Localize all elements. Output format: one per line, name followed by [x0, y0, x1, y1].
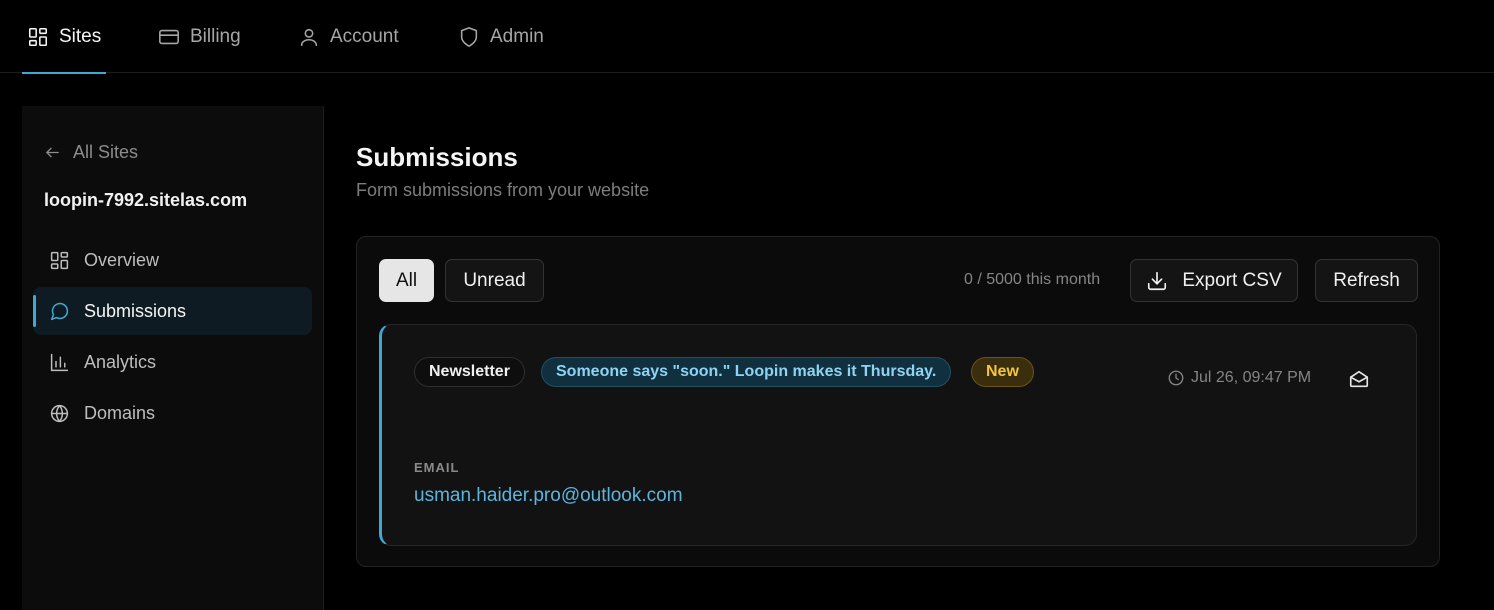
page-tag-badge: Someone says "soon." Loopin makes it Thu…	[541, 357, 952, 387]
field-label: EMAIL	[414, 460, 460, 475]
sidebar-item-label: Analytics	[84, 351, 157, 372]
tab-label: Sites	[59, 25, 102, 47]
tab-admin[interactable]: Admin	[458, 0, 544, 73]
sidebar-item-label: Overview	[84, 249, 160, 270]
top-navigation: Sites Billing Account Admin	[0, 0, 1494, 74]
shield-icon	[460, 26, 478, 47]
grid-icon	[50, 251, 69, 269]
sidebar-item-domains[interactable]: Domains	[33, 389, 312, 437]
tab-label: Billing	[190, 25, 241, 47]
tab-sites[interactable]: Sites	[21, 0, 107, 74]
tab-label: Account	[330, 25, 399, 47]
back-label: All Sites	[73, 142, 139, 162]
bar-chart-icon	[50, 353, 69, 371]
filter-unread-button[interactable]: Unread	[445, 259, 544, 302]
monthly-quota: 0 / 5000 this month	[964, 271, 1101, 288]
download-icon	[1148, 271, 1167, 290]
arrow-left-icon	[46, 147, 59, 158]
clock-icon	[1168, 370, 1184, 386]
sidebar-item-label: Submissions	[84, 300, 187, 321]
chat-bubble-icon	[50, 302, 69, 320]
form-name-badge: Newsletter	[414, 357, 525, 387]
card-icon	[159, 29, 179, 44]
globe-icon	[50, 404, 69, 422]
sidebar-item-overview[interactable]: Overview	[33, 236, 312, 284]
submissions-panel: All Unread 0 / 5000 this month Export CS…	[356, 236, 1440, 567]
user-icon	[300, 28, 318, 46]
sidebar-item-submissions[interactable]: Submissions	[33, 287, 312, 335]
back-to-all-sites-link[interactable]: All Sites	[44, 142, 138, 163]
timestamp-text: Jul 26, 09:47 PM	[1191, 369, 1312, 386]
email-link[interactable]: usman.haider.pro@outlook.com	[414, 485, 683, 507]
submission-card[interactable]: Newsletter Someone says "soon." Loopin m…	[379, 324, 1417, 546]
mark-read-button[interactable]	[1347, 367, 1371, 391]
export-csv-button[interactable]: Export CSV	[1130, 259, 1298, 302]
filter-all-button[interactable]: All	[379, 259, 434, 302]
refresh-button[interactable]: Refresh	[1315, 259, 1418, 302]
sidebar-item-label: Domains	[84, 402, 156, 423]
submission-timestamp: Jul 26, 09:47 PM	[1167, 369, 1311, 387]
grid-icon	[28, 27, 48, 46]
sidebar-item-analytics[interactable]: Analytics	[33, 338, 312, 386]
export-label: Export CSV	[1182, 269, 1282, 291]
site-name: loopin-7992.sitelas.com	[44, 190, 248, 210]
page-title: Submissions	[356, 142, 518, 172]
tab-account[interactable]: Account	[298, 0, 399, 73]
mail-open-icon	[1349, 370, 1369, 388]
tab-label: Admin	[490, 25, 544, 47]
tab-billing[interactable]: Billing	[158, 0, 241, 73]
sidebar: All Sites loopin-7992.sitelas.com Overvi…	[22, 106, 324, 610]
status-badge: New	[971, 357, 1034, 387]
page-subtitle: Form submissions from your website	[356, 180, 650, 200]
